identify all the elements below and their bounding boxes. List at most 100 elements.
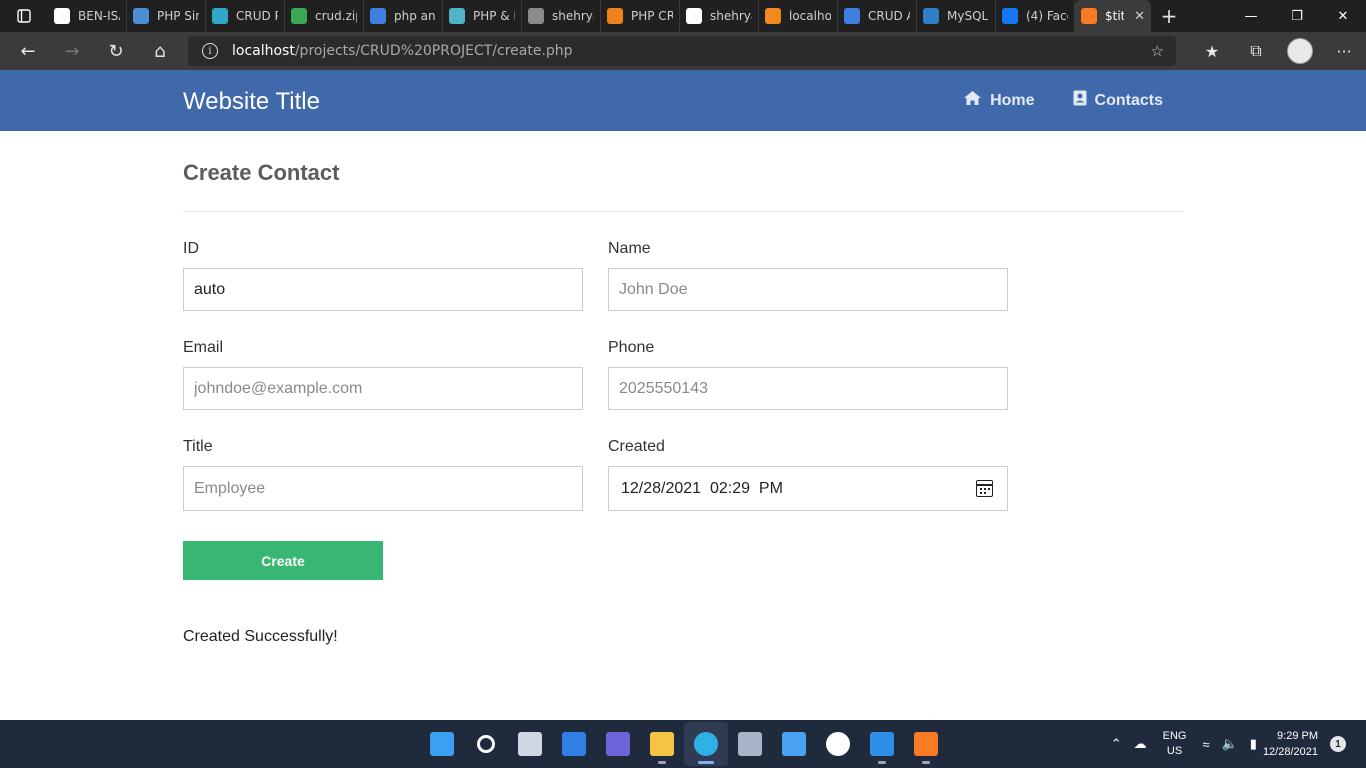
diamond-icon (607, 8, 623, 24)
store-taskbar-icon[interactable] (772, 722, 816, 766)
forward-icon[interactable]: → (50, 32, 94, 70)
close-tab-icon[interactable]: ✕ (1134, 9, 1145, 24)
restore-icon[interactable]: ❐ (1274, 0, 1320, 32)
code-icon (844, 8, 860, 24)
onedrive-icon[interactable]: ☁ (1134, 736, 1147, 752)
xampp-taskbar-icon[interactable] (904, 722, 948, 766)
xampp-icon (914, 732, 938, 756)
favorites-icon[interactable]: ★ (1190, 32, 1234, 70)
browser-tab[interactable]: shehrya (522, 0, 601, 32)
created-datetime-field[interactable]: 12/28/2021 02:29 PM (608, 466, 1008, 511)
tab-label: PHP Sim (157, 9, 199, 23)
browser-tab[interactable]: CRUD A (838, 0, 917, 32)
nav-contacts-link[interactable]: Contacts (1073, 90, 1163, 111)
mysql-icon (923, 8, 939, 24)
docs-icon (449, 8, 465, 24)
browser-tab[interactable]: PHP CR (601, 0, 680, 32)
volume-icon[interactable]: 🔈 (1222, 736, 1238, 752)
phone-label: Phone (608, 339, 655, 356)
file-explorer-icon (650, 732, 674, 756)
browser-tab[interactable]: shehrya (680, 0, 759, 32)
tab-label: CRUD P (236, 9, 278, 23)
nav-home-link[interactable]: Home (963, 90, 1035, 111)
settings-taskbar-icon[interactable] (728, 722, 772, 766)
site-nav: Home Contacts (925, 70, 1163, 131)
site-info-icon[interactable]: i (202, 43, 218, 59)
file-explorer-taskbar-icon[interactable] (640, 722, 684, 766)
browser-tab[interactable]: crud.zip (285, 0, 364, 32)
browser-tab[interactable]: MySQL (917, 0, 996, 32)
widgets-taskbar-icon[interactable] (552, 722, 596, 766)
lang-code: ENG (1162, 730, 1187, 742)
tab-label: MySQL (947, 9, 989, 23)
running-indicator (922, 761, 930, 764)
browser-tab[interactable]: BEN-ISA (48, 0, 127, 32)
browser-tab[interactable]: PHP & M (443, 0, 522, 32)
home-browser-icon[interactable]: ⌂ (138, 32, 182, 70)
site-header: Website Title Home Contacts (0, 70, 1366, 131)
php-icon (133, 8, 149, 24)
edge-taskbar-icon[interactable] (684, 722, 728, 766)
system-tray: ⌃ ☁ ENG US ≈ 🔈 ▮ 9:29 PM 12/28/2021 1 (1105, 720, 1366, 768)
github-icon (54, 8, 70, 24)
battery-icon[interactable]: ▮ (1250, 736, 1257, 752)
create-button[interactable]: Create (183, 541, 383, 580)
add-favorite-icon[interactable]: ☆ (1151, 42, 1164, 60)
back-icon[interactable]: ← (6, 32, 50, 70)
nav-home-label: Home (990, 91, 1035, 109)
title-label: Title (183, 438, 213, 455)
tab-label: BEN-ISA (78, 9, 120, 23)
new-tab-button[interactable]: + (1151, 0, 1187, 32)
tab-actions-icon[interactable] (0, 0, 48, 32)
teams-chat-taskbar-icon[interactable] (596, 722, 640, 766)
url-host: localhost (232, 43, 295, 59)
email-field[interactable] (183, 367, 583, 410)
browser-tab[interactable]: PHP Sim (127, 0, 206, 32)
github-desktop-taskbar-icon[interactable] (816, 722, 860, 766)
search-taskbar-icon[interactable] (464, 722, 508, 766)
github-icon (686, 8, 702, 24)
clock[interactable]: 9:29 PM 12/28/2021 (1263, 728, 1318, 760)
vscode-taskbar-icon[interactable] (860, 722, 904, 766)
close-window-icon[interactable]: ✕ (1320, 0, 1366, 32)
bing-icon (370, 8, 386, 24)
input-language[interactable]: ENG US (1163, 729, 1187, 759)
divider (183, 211, 1184, 212)
calendar-icon[interactable] (976, 480, 993, 497)
more-menu-icon[interactable]: ··· (1322, 32, 1366, 70)
profile-avatar[interactable] (1287, 38, 1313, 64)
tab-label: (4) Face (1026, 9, 1068, 23)
task-view-taskbar-icon[interactable] (508, 722, 552, 766)
task-view-icon (518, 732, 542, 756)
browser-tab-strip: BEN-ISA PHP Sim CRUD P crud.zip php and PHP &… (0, 0, 1366, 32)
address-bar[interactable]: i localhost/projects/CRUD%20PROJECT/crea… (188, 36, 1176, 66)
wifi-icon[interactable]: ≈ (1202, 737, 1209, 752)
name-field[interactable] (608, 268, 1008, 311)
tab-label: CRUD A (868, 9, 910, 23)
collections-icon[interactable]: ⧉ (1234, 32, 1278, 70)
start-taskbar-icon[interactable] (420, 722, 464, 766)
browser-tab[interactable]: localhos (759, 0, 838, 32)
name-label: Name (608, 240, 651, 257)
clock-time: 9:29 PM (1277, 730, 1318, 742)
id-field[interactable] (183, 268, 583, 311)
phone-field[interactable] (608, 367, 1008, 410)
refresh-icon[interactable]: ↻ (94, 32, 138, 70)
id-label: ID (183, 240, 199, 257)
chevron-up-icon[interactable]: ⌃ (1111, 736, 1122, 752)
browser-toolbar: ← → ↻ ⌂ i localhost/projects/CRUD%20PROJ… (0, 32, 1366, 70)
title-field[interactable] (183, 466, 583, 511)
store-icon (782, 732, 806, 756)
browser-tab[interactable]: $tit ✕ (1075, 0, 1151, 32)
browser-tab[interactable]: php and (364, 0, 443, 32)
notification-badge[interactable]: 1 (1330, 736, 1346, 752)
browser-tab[interactable]: (4) Face (996, 0, 1075, 32)
home-icon (963, 90, 982, 111)
minimize-icon[interactable]: — (1228, 0, 1274, 32)
tab-label: PHP CR (631, 9, 673, 23)
browser-tab[interactable]: CRUD P (206, 0, 285, 32)
created-label: Created (608, 438, 665, 455)
search-icon (477, 735, 495, 753)
edge-icon (694, 732, 718, 756)
tab-label: shehrya (710, 9, 752, 23)
